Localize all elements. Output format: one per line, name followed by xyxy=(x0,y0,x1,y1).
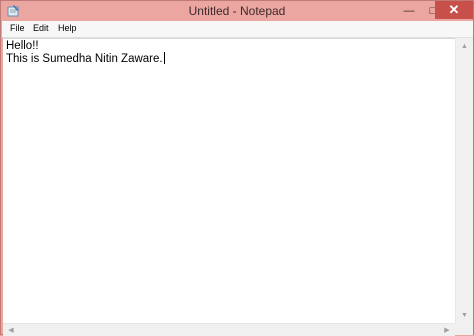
notepad-window: Untitled - Notepad — □ ✕ File Edit Help … xyxy=(0,0,474,336)
title-bar[interactable]: Untitled - Notepad — □ ✕ xyxy=(1,1,473,21)
scroll-left-icon[interactable]: ◀ xyxy=(3,324,19,336)
scrollbar-corner xyxy=(455,323,473,335)
close-button[interactable]: ✕ xyxy=(435,1,473,19)
scroll-right-icon[interactable]: ▶ xyxy=(439,324,455,336)
text-line-content: This is Sumedha Nitin Zaware. xyxy=(6,53,163,65)
menu-bar: File Edit Help xyxy=(2,21,473,38)
text-editor[interactable]: Hello!! This is Sumedha Nitin Zaware. xyxy=(3,38,455,324)
menu-edit[interactable]: Edit xyxy=(30,23,52,33)
minimize-button[interactable]: — xyxy=(397,1,421,20)
menu-file[interactable]: File xyxy=(7,23,28,33)
text-line: This is Sumedha Nitin Zaware. xyxy=(6,52,165,66)
scroll-up-icon[interactable]: ▲ xyxy=(456,38,473,54)
vertical-scrollbar[interactable]: ▲ ▼ xyxy=(455,38,473,323)
scroll-down-icon[interactable]: ▼ xyxy=(456,307,473,323)
horizontal-scrollbar[interactable]: ◀ ▶ xyxy=(3,323,455,336)
menu-help[interactable]: Help xyxy=(55,23,80,33)
text-caret xyxy=(163,52,165,64)
